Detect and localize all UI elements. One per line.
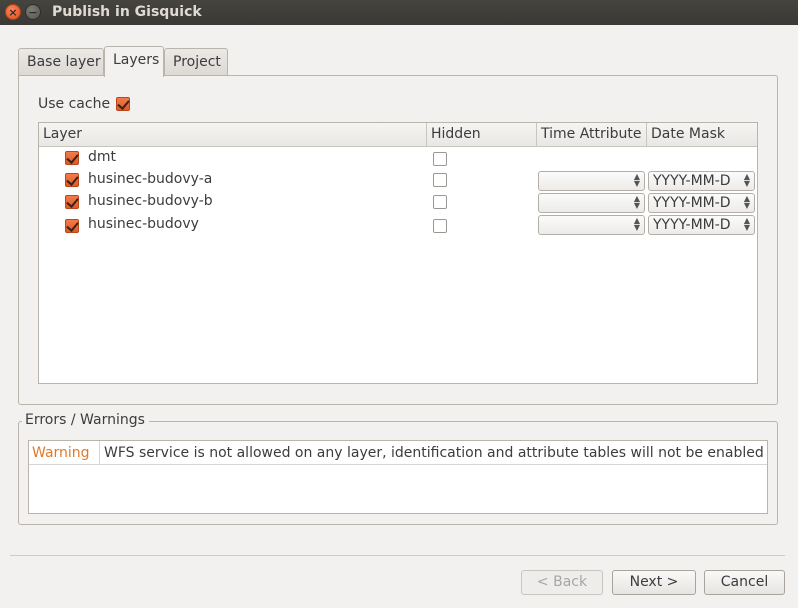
layer-name: husinec-budovy	[88, 216, 199, 232]
column-divider	[536, 123, 537, 147]
next-button-label: Next >	[629, 574, 679, 590]
hidden-checkbox[interactable]	[433, 173, 447, 187]
back-button-label: < Back	[536, 574, 588, 590]
time-attribute-select[interactable]: ▲ ▼	[538, 171, 645, 191]
layers-table: Layer Hidden Time Attribute Date Mask dm…	[38, 122, 758, 384]
spin-arrows-icon: ▲ ▼	[743, 194, 750, 210]
minimize-window-icon[interactable]: −	[25, 4, 41, 20]
spin-arrows-icon: ▲ ▼	[633, 216, 640, 232]
column-hidden[interactable]: Hidden	[431, 126, 481, 142]
column-date-mask[interactable]: Date Mask	[651, 126, 725, 142]
table-row[interactable]: husinec-budovy ▲ ▼ YYYY-MM-D ▲ ▼	[39, 215, 757, 237]
window-title: Publish in Gisquick	[52, 4, 202, 20]
column-divider	[426, 123, 427, 147]
date-mask-value: YYYY-MM-D	[653, 173, 731, 189]
column-layer[interactable]: Layer	[43, 126, 82, 142]
spin-arrows-icon: ▲ ▼	[743, 172, 750, 188]
use-cache-checkbox[interactable]	[116, 97, 130, 111]
column-divider	[646, 123, 647, 147]
use-cache-label: Use cache	[38, 96, 111, 112]
layer-checkbox[interactable]	[65, 151, 79, 165]
spin-arrows-icon: ▲ ▼	[743, 216, 750, 232]
tab-project[interactable]: Project	[164, 48, 228, 76]
layer-checkbox[interactable]	[65, 195, 79, 209]
cancel-button-label: Cancel	[720, 574, 769, 590]
time-attribute-select[interactable]: ▲ ▼	[538, 215, 645, 235]
date-mask-value: YYYY-MM-D	[653, 217, 731, 233]
hidden-checkbox[interactable]	[433, 195, 447, 209]
cancel-button[interactable]: Cancel	[704, 570, 785, 595]
next-button[interactable]: Next >	[612, 570, 696, 595]
back-button[interactable]: < Back	[521, 570, 603, 595]
layer-name: husinec-budovy-b	[88, 193, 213, 209]
layer-checkbox[interactable]	[65, 219, 79, 233]
table-row[interactable]: dmt	[39, 148, 757, 170]
table-header: Layer Hidden Time Attribute Date Mask	[39, 123, 757, 147]
hidden-checkbox[interactable]	[433, 152, 447, 166]
spin-arrows-icon: ▲ ▼	[633, 172, 640, 188]
tab-layers[interactable]: Layers	[104, 46, 164, 77]
errors-warnings-title: Errors / Warnings	[22, 412, 149, 428]
time-attribute-select[interactable]: ▲ ▼	[538, 193, 645, 213]
close-window-icon[interactable]: ×	[5, 4, 21, 20]
layer-name: dmt	[88, 149, 117, 165]
layer-checkbox[interactable]	[65, 173, 79, 187]
warnings-list: Warning WFS service is not allowed on an…	[28, 440, 768, 514]
date-mask-select[interactable]: YYYY-MM-D ▲ ▼	[648, 171, 755, 191]
hidden-checkbox[interactable]	[433, 219, 447, 233]
date-mask-select[interactable]: YYYY-MM-D ▲ ▼	[648, 193, 755, 213]
date-mask-value: YYYY-MM-D	[653, 195, 731, 211]
warning-level: Warning	[32, 445, 90, 461]
date-mask-select[interactable]: YYYY-MM-D ▲ ▼	[648, 215, 755, 235]
title-bar: × − Publish in Gisquick	[0, 0, 798, 25]
tab-base-layer[interactable]: Base layer	[18, 48, 104, 76]
layer-name: husinec-budovy-a	[88, 171, 213, 187]
table-row[interactable]: husinec-budovy-a ▲ ▼ YYYY-MM-D ▲ ▼	[39, 170, 757, 192]
button-separator	[10, 555, 785, 556]
column-time-attribute[interactable]: Time Attribute	[541, 126, 642, 142]
warning-message: WFS service is not allowed on any layer,…	[104, 445, 764, 461]
list-item[interactable]: Warning WFS service is not allowed on an…	[29, 441, 767, 465]
spin-arrows-icon: ▲ ▼	[633, 194, 640, 210]
column-divider	[99, 441, 100, 465]
table-row[interactable]: husinec-budovy-b ▲ ▼ YYYY-MM-D ▲ ▼	[39, 192, 757, 214]
